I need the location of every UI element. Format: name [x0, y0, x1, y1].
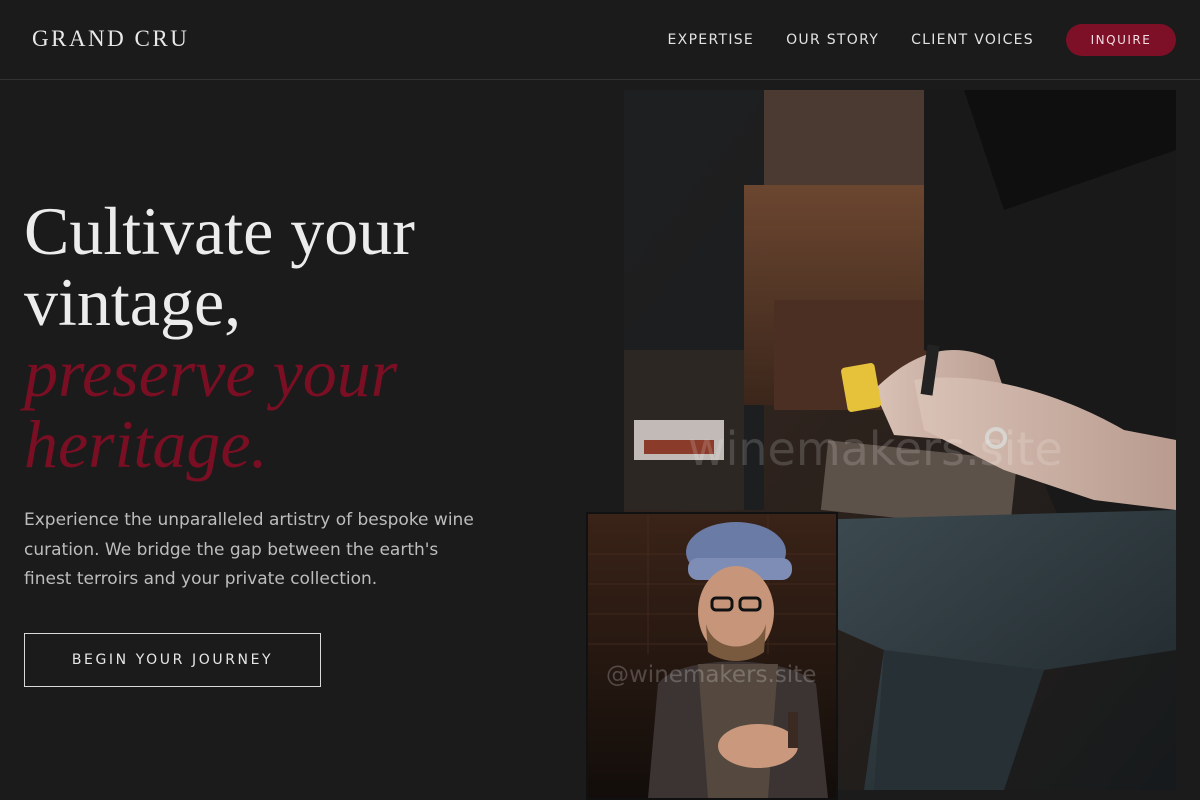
- artisan-illustration: [588, 514, 836, 798]
- photo-watermark-small: @winemakers.site: [606, 662, 817, 688]
- main-nav: EXPERTISE OUR STORY CLIENT VOICES INQUIR…: [668, 24, 1176, 56]
- nav-link-expertise[interactable]: EXPERTISE: [668, 32, 755, 48]
- nav-link-client-voices[interactable]: CLIENT VOICES: [911, 32, 1034, 48]
- begin-journey-button[interactable]: BEGIN YOUR JOURNEY: [24, 633, 321, 687]
- brand-logo[interactable]: GRAND CRU: [32, 26, 189, 52]
- photo-watermark: winemakers.site: [688, 422, 1063, 476]
- hero-headline: Cultivate your vintage, preserve your he…: [24, 196, 564, 480]
- headline-accent-line-2: heritage.: [24, 406, 268, 482]
- headline-line-2: vintage,: [24, 264, 242, 340]
- nav-link-our-story[interactable]: OUR STORY: [786, 32, 879, 48]
- artisan-portrait-photo: @winemakers.site: [586, 512, 838, 800]
- headline-accent-line-1: preserve your: [24, 335, 398, 411]
- headline-line-1: Cultivate your: [24, 193, 415, 269]
- inquire-button[interactable]: INQUIRE: [1066, 24, 1176, 56]
- top-navigation-bar: GRAND CRU EXPERTISE OUR STORY CLIENT VOI…: [0, 0, 1200, 80]
- hero-description: Experience the unparalleled artistry of …: [24, 510, 474, 589]
